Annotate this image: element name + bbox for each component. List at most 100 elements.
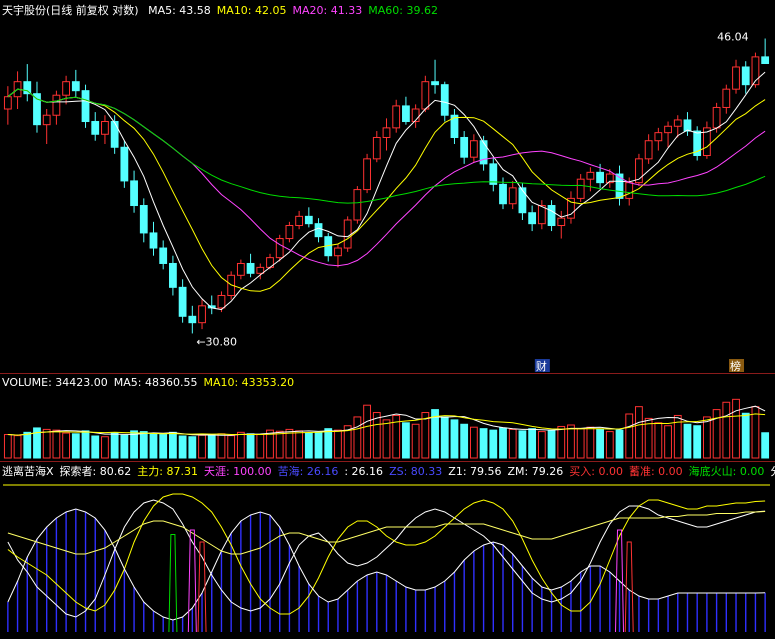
- volume-bar: [353, 416, 362, 459]
- volume-bar: [178, 435, 187, 459]
- volume-bar: [402, 422, 410, 459]
- low-price-label: ←30.80: [196, 335, 237, 348]
- candle-body: [343, 219, 352, 249]
- candle-body: [586, 171, 595, 180]
- volume-bar: [469, 426, 478, 459]
- candle: [722, 84, 731, 114]
- indicator-legend-item-5: : 26.16: [344, 465, 384, 478]
- price-header: 天宇股份(日线 前复权 对数) MA5: 43.58 MA10: 42.05 MA2…: [2, 4, 450, 18]
- indicator-legend-item-9: 买入: 0.00: [569, 465, 623, 478]
- candle: [178, 279, 187, 323]
- high-price-label: 46.04: [717, 31, 749, 44]
- candle-body: [683, 119, 692, 132]
- candle-body: [499, 183, 507, 205]
- candle: [130, 170, 138, 213]
- volume-bar: [101, 436, 109, 459]
- candle: [411, 104, 420, 128]
- candle-body: [353, 189, 362, 221]
- candle-body: [3, 96, 12, 110]
- candle: [324, 232, 333, 262]
- panel-separator: [0, 461, 775, 462]
- candle: [139, 198, 148, 243]
- volume-bar: [91, 435, 100, 459]
- candle: [431, 59, 439, 94]
- candle: [635, 153, 643, 187]
- volume-bar: [110, 432, 119, 459]
- volume-bar: [363, 404, 371, 459]
- volume-bar: [256, 434, 265, 459]
- candle: [343, 216, 352, 252]
- volume-bar: [557, 425, 566, 459]
- volume-bar: [314, 431, 323, 459]
- volume-bar: [440, 416, 449, 459]
- volume-bar: [605, 431, 614, 459]
- volume-bar: [23, 431, 32, 459]
- volume-bar: [130, 430, 138, 459]
- volume-bar: [246, 433, 255, 459]
- volume-bar: [625, 413, 634, 459]
- candle-body: [363, 158, 371, 191]
- candle-body: [81, 90, 90, 123]
- volume-bar: [499, 427, 507, 459]
- indicator-legend-item-2: 主力: 87.31: [137, 465, 198, 478]
- candle: [615, 165, 624, 206]
- volume-bar: [518, 430, 527, 459]
- candle-body: [120, 146, 129, 182]
- candle: [567, 191, 575, 224]
- volume-header: VOLUME: 34423.00 MA5: 48360.55 MA10: 43353…: [2, 376, 300, 390]
- candle: [62, 75, 71, 105]
- candle-body: [460, 136, 469, 158]
- volume-bar: [295, 430, 304, 459]
- candle: [761, 38, 770, 65]
- candle-body: [52, 94, 61, 116]
- candle: [334, 244, 342, 268]
- indicator-header: 逃离苦海X 探索者: 80.62 主力: 87.31 天涯: 100.00 苦海: 26…: [2, 465, 775, 479]
- volume-bar: [188, 436, 197, 459]
- candle-body: [741, 66, 750, 86]
- volume-bar: [586, 426, 595, 459]
- candle-body: [198, 305, 206, 324]
- rank-badge: 榜: [729, 359, 745, 373]
- volume-bar: [324, 428, 333, 459]
- candle-body: [392, 105, 401, 129]
- candle: [71, 69, 80, 97]
- candle-body: [596, 171, 604, 184]
- indicator-legend-item-3: 天涯: 100.00: [203, 465, 272, 478]
- candle: [460, 131, 469, 164]
- candle-body: [178, 286, 187, 317]
- volume-bar: [460, 423, 469, 459]
- volume-bar: [683, 423, 692, 459]
- candle: [91, 112, 100, 141]
- candle-body: [489, 163, 498, 185]
- volume-bar: [382, 419, 391, 459]
- candle-body: [62, 81, 71, 96]
- ma-legend-item-3: MA60: 39.62: [368, 4, 438, 17]
- candle: [644, 134, 653, 164]
- volume-bar: [741, 412, 750, 459]
- candle-body: [664, 125, 672, 134]
- candle-body: [421, 81, 430, 110]
- candle-body: [722, 88, 731, 108]
- candle-body: [382, 127, 391, 138]
- volume-bar: [52, 429, 61, 459]
- candle: [537, 200, 546, 230]
- candle-body: [557, 217, 566, 227]
- volume-bar: [479, 428, 488, 459]
- ma-legend-item-2: MA20: 41.33: [292, 4, 363, 17]
- volume-bar: [304, 432, 313, 459]
- candle-body: [217, 294, 226, 309]
- indicator-legend-item-12: 分: [770, 465, 775, 478]
- volume-legend-item-0: VOLUME: 34423.00: [2, 376, 108, 389]
- candle-body: [372, 136, 381, 160]
- candle-body: [334, 247, 342, 257]
- candle: [3, 86, 12, 125]
- candle: [576, 174, 585, 202]
- candle: [489, 157, 498, 192]
- candle: [285, 221, 294, 243]
- chart-canvas: 46.04 ←30.80 财 榜: [3, 31, 770, 633]
- ma-legend-item-0: MA5: 43.58: [148, 4, 211, 17]
- candle: [547, 200, 556, 232]
- candle: [702, 121, 711, 159]
- volume-bar: [722, 401, 731, 459]
- candle-body: [314, 223, 323, 238]
